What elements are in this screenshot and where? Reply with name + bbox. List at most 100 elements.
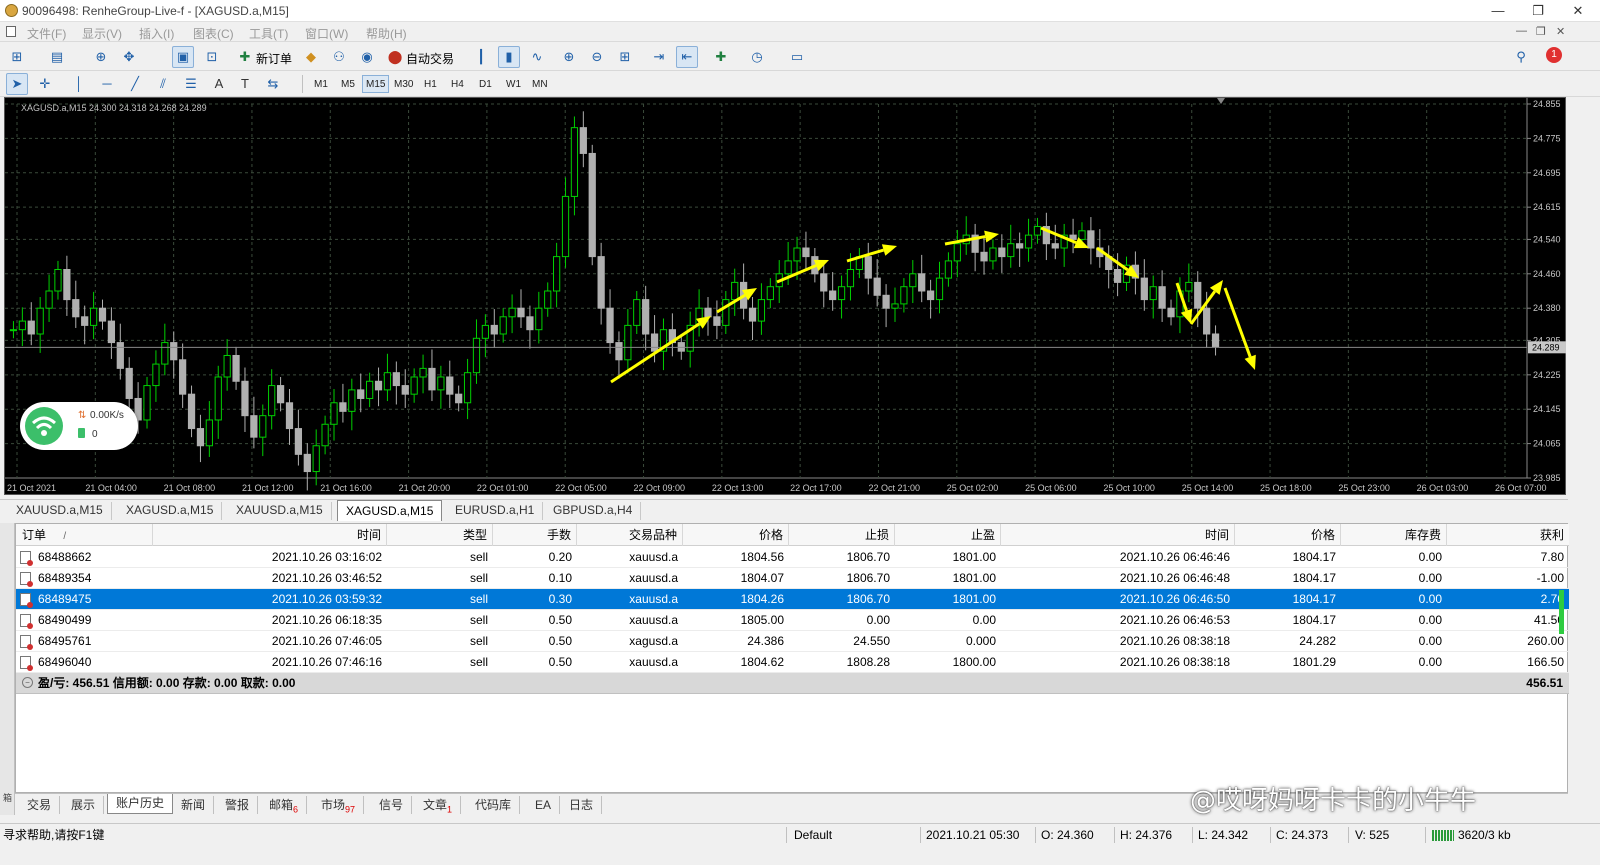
- menu-help[interactable]: 帮助(H): [366, 25, 407, 42]
- trendline-icon[interactable]: ╱: [124, 73, 146, 95]
- collapse-icon[interactable]: −: [22, 677, 33, 688]
- text-label-icon[interactable]: T: [234, 73, 256, 95]
- strategy-tester-icon[interactable]: ⊡: [201, 46, 223, 68]
- chart-tab-gbpusd-h4[interactable]: GBPUSD.a,H4: [545, 502, 642, 520]
- auto-trading-icon[interactable]: ⬤: [384, 46, 406, 68]
- signals-icon[interactable]: ⚇: [328, 46, 350, 68]
- scrollbar-indicator[interactable]: [1559, 590, 1564, 634]
- periods-icon[interactable]: ◷: [746, 46, 768, 68]
- auto-trading-label[interactable]: 自动交易: [406, 50, 454, 67]
- minimize-button[interactable]: —: [1478, 0, 1518, 22]
- auto-scroll-icon[interactable]: ⇥: [648, 46, 670, 68]
- tf-m30[interactable]: M30: [390, 75, 417, 93]
- cursor-icon[interactable]: ➤: [6, 73, 28, 95]
- col-lots[interactable]: 手数: [493, 524, 577, 546]
- mdi-minimize-icon[interactable]: —: [1516, 25, 1527, 37]
- new-order-icon[interactable]: ✚: [234, 46, 256, 68]
- search-icon[interactable]: ⚲: [1510, 46, 1532, 68]
- tf-m15[interactable]: M15: [362, 75, 390, 93]
- chart-tab-eurusd-h1[interactable]: EURUSD.a,H1: [447, 502, 544, 520]
- text-icon[interactable]: A: [208, 73, 230, 95]
- document-icon[interactable]: [6, 26, 16, 37]
- menu-insert[interactable]: 插入(I): [139, 25, 174, 42]
- col-close-time[interactable]: 时间: [1001, 524, 1235, 546]
- menu-window[interactable]: 窗口(W): [305, 25, 348, 42]
- col-stop-loss[interactable]: 止损: [789, 524, 895, 546]
- tf-mn[interactable]: MN: [528, 75, 552, 93]
- chart-shift-icon[interactable]: ⇤: [676, 46, 698, 68]
- menu-file[interactable]: 文件(F): [27, 25, 66, 42]
- terminal-tab-11[interactable]: 日志: [561, 796, 603, 814]
- crosshair-icon[interactable]: ✛: [34, 73, 56, 95]
- market-watch-icon[interactable]: ⊕: [90, 46, 112, 68]
- terminal-tab-3[interactable]: 新闻: [173, 796, 215, 814]
- profiles-icon[interactable]: ▤: [46, 46, 68, 68]
- zoom-out-icon[interactable]: ⊖: [586, 46, 608, 68]
- col-type[interactable]: 类型: [387, 524, 493, 546]
- channel-icon[interactable]: ⫽: [152, 73, 174, 95]
- indicators-icon[interactable]: ✚: [710, 46, 732, 68]
- fibonacci-icon[interactable]: ☰: [180, 73, 202, 95]
- menu-charts[interactable]: 图表(C): [193, 25, 234, 42]
- col-symbol[interactable]: 交易品种: [577, 524, 683, 546]
- restore-button[interactable]: ❐: [1518, 0, 1558, 22]
- terminal-tab-0[interactable]: 交易: [19, 796, 61, 814]
- col-close-price[interactable]: 价格: [1235, 524, 1341, 546]
- table-row[interactable]: 68496040 2021.10.26 07:46:16 sell 0.50 xauus…: [16, 652, 1569, 673]
- terminal-tab-9[interactable]: 代码库: [467, 796, 521, 814]
- col-order[interactable]: 订单 /: [16, 524, 153, 546]
- tf-m1[interactable]: M1: [310, 75, 332, 93]
- col-swap[interactable]: 库存费: [1341, 524, 1447, 546]
- candlestick-chart-icon[interactable]: ▮: [498, 46, 520, 68]
- metaeditor-icon[interactable]: ◆: [300, 46, 322, 68]
- line-chart-icon[interactable]: ∿: [526, 46, 548, 68]
- horizontal-line-icon[interactable]: ─: [96, 73, 118, 95]
- new-chart-icon[interactable]: ⊞: [6, 46, 28, 68]
- chart-window[interactable]: 24.855 24.775 24.695 24.615 24.540 24.460 24.3…: [4, 97, 1566, 495]
- table-row[interactable]: 68490499 2021.10.26 06:18:35 sell 0.50 xauus…: [16, 610, 1569, 631]
- terminal-tab-8[interactable]: 文章1: [415, 796, 462, 814]
- mdi-close-icon[interactable]: ✕: [1556, 25, 1565, 38]
- tf-h4[interactable]: H4: [447, 75, 468, 93]
- templates-icon[interactable]: ▭: [786, 46, 808, 68]
- data-window-icon[interactable]: ▣: [172, 46, 194, 68]
- table-row[interactable]: 68489354 2021.10.26 03:46:52 sell 0.10 xauus…: [16, 568, 1569, 589]
- terminal-tab-7[interactable]: 信号: [371, 796, 413, 814]
- vps-icon[interactable]: ◉: [356, 46, 378, 68]
- menu-view[interactable]: 显示(V): [82, 25, 122, 42]
- terminal-tab-6[interactable]: 市场97: [313, 796, 365, 814]
- terminal-tab-5[interactable]: 邮箱6: [261, 796, 308, 814]
- tile-windows-icon[interactable]: ⊞: [614, 46, 636, 68]
- price-chart[interactable]: 24.855 24.775 24.695 24.615 24.540 24.460 24.3…: [5, 98, 1567, 496]
- tf-h1[interactable]: H1: [420, 75, 441, 93]
- terminal-tab-1[interactable]: 展示: [63, 796, 105, 814]
- chart-tab-xauusd-m15[interactable]: XAUUSD.a,M15: [8, 502, 112, 520]
- chart-tab-xagusd-m15[interactable]: XAGUSD.a,M15: [118, 502, 223, 520]
- chart-tab-xauusd-m15-2[interactable]: XAUUSD.a,M15: [228, 502, 332, 520]
- close-button[interactable]: ✕: [1558, 0, 1598, 22]
- table-row[interactable]: 68495761 2021.10.26 07:46:05 sell 0.50 xagus…: [16, 631, 1569, 652]
- vertical-line-icon[interactable]: │: [68, 73, 90, 95]
- table-row[interactable]: 68488662 2021.10.26 03:16:02 sell 0.20 xauus…: [16, 547, 1569, 568]
- table-row[interactable]: 68489475 2021.10.26 03:59:32 sell 0.30 xauus…: [16, 589, 1569, 610]
- navigator-icon[interactable]: ✥: [118, 46, 140, 68]
- col-open-time[interactable]: 时间: [153, 524, 387, 546]
- terminal-tab-4[interactable]: 警报: [217, 796, 259, 814]
- arrows-icon[interactable]: ⇆: [262, 73, 284, 95]
- chart-tab-xagusd-m15-active[interactable]: XAGUSD.a,M15: [337, 500, 443, 521]
- tf-w1[interactable]: W1: [502, 75, 525, 93]
- tf-d1[interactable]: D1: [475, 75, 496, 93]
- menu-tools[interactable]: 工具(T): [249, 25, 288, 42]
- bar-chart-icon[interactable]: ┃: [470, 46, 492, 68]
- zoom-in-icon[interactable]: ⊕: [558, 46, 580, 68]
- mdi-restore-icon[interactable]: ❐: [1536, 25, 1546, 38]
- col-take-profit[interactable]: 止盈: [895, 524, 1001, 546]
- terminal-tab-2[interactable]: 账户历史: [107, 794, 174, 814]
- status-profile[interactable]: Default: [794, 827, 832, 843]
- notification-badge[interactable]: 1: [1546, 47, 1562, 63]
- terminal-tab-10[interactable]: EA: [527, 796, 561, 814]
- col-profit[interactable]: 获利: [1447, 524, 1569, 546]
- tf-m5[interactable]: M5: [337, 75, 359, 93]
- col-open-price[interactable]: 价格: [683, 524, 789, 546]
- new-order-label[interactable]: 新订单: [256, 50, 292, 67]
